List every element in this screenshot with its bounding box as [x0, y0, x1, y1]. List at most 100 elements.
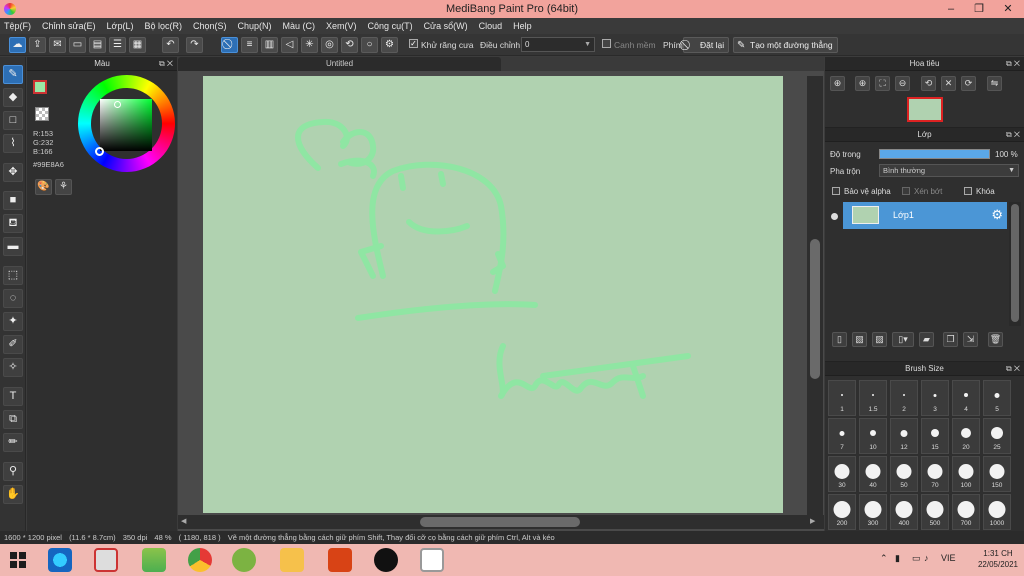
magic-wand-tool-icon[interactable]: ✦ — [3, 312, 23, 331]
volume-icon[interactable]: ♪ — [924, 553, 929, 563]
hue-picker-handle[interactable] — [95, 147, 104, 156]
panel-close-icon[interactable]: ⧉ ✕ — [1006, 362, 1020, 376]
brush-size-option[interactable]: 1000 — [983, 494, 1011, 530]
blend-mode-select[interactable]: Bình thường ▼ — [879, 164, 1019, 177]
vertical-scrollbar[interactable] — [807, 76, 823, 517]
hand-tool-icon[interactable]: ✋ — [3, 485, 23, 504]
zoom-fit-icon[interactable]: ⊕ — [830, 76, 845, 91]
undo-icon[interactable]: ↶ — [162, 37, 179, 53]
minimize-button[interactable]: – — [937, 1, 965, 17]
eyedropper-tool-icon[interactable]: ⚲ — [3, 462, 23, 481]
medibang-taskbar-icon[interactable] — [420, 548, 444, 572]
eraser-tool-icon[interactable]: ◆ — [3, 88, 23, 107]
protect-alpha-checkbox[interactable] — [832, 187, 840, 195]
brush-size-option[interactable]: 25 — [983, 418, 1011, 454]
brush-size-option[interactable]: 10 — [859, 418, 887, 454]
app-grid-icon[interactable] — [94, 548, 118, 572]
menu-view[interactable]: Xem(V) — [326, 21, 357, 31]
divide-tool-icon[interactable]: ⧉ — [3, 410, 23, 429]
brush-size-option[interactable]: 4 — [952, 380, 980, 416]
brush-size-option[interactable]: 5 — [983, 380, 1011, 416]
close-button[interactable]: ✕ — [994, 1, 1022, 17]
vertical-scroll-thumb[interactable] — [810, 239, 820, 379]
maximize-button[interactable]: ❐ — [965, 1, 993, 17]
taskbar-clock[interactable]: 1:31 CH 22/05/2021 — [978, 548, 1018, 570]
comment-icon[interactable]: ✉ — [49, 37, 66, 53]
select-eraser-tool-icon[interactable]: ✧ — [3, 358, 23, 377]
brush-size-option[interactable]: 150 — [983, 456, 1011, 492]
cloud-icon[interactable]: ☁ — [9, 37, 26, 53]
layer-visibility-icon[interactable] — [831, 213, 838, 220]
brush-size-option[interactable]: 100 — [952, 456, 980, 492]
new-halftone-layer-icon[interactable]: ▧ — [852, 332, 867, 347]
clip-checkbox[interactable] — [902, 187, 910, 195]
file-explorer-icon[interactable] — [280, 548, 304, 572]
brush-size-option[interactable]: 40 — [859, 456, 887, 492]
rotate-reset-icon[interactable]: ✕ — [941, 76, 956, 91]
menu-select[interactable]: Chọn(S) — [193, 21, 227, 31]
brush-size-option[interactable]: 700 — [952, 494, 980, 530]
zoom-actual-icon[interactable]: ⛶ — [875, 76, 890, 91]
brush-size-option[interactable]: 1.5 — [859, 380, 887, 416]
add-layer-menu-icon[interactable]: ▯▾ — [892, 332, 914, 347]
foreground-color-swatch[interactable] — [33, 80, 47, 94]
brush-size-option[interactable]: 1 — [828, 380, 856, 416]
snap-ellipse-icon[interactable]: ○ — [361, 37, 378, 53]
brush-size-option[interactable]: 70 — [921, 456, 949, 492]
horizontal-scrollbar[interactable]: ◀ ▶ — [178, 515, 824, 529]
menu-color[interactable]: Màu (C) — [283, 21, 316, 31]
text-tool-icon[interactable]: T — [3, 387, 23, 406]
rectangle-tool-icon[interactable]: □ — [3, 111, 23, 130]
brush-size-option[interactable]: 2 — [890, 380, 918, 416]
menu-capture[interactable]: Chụp(N) — [238, 21, 272, 31]
menu-edit[interactable]: Chỉnh sửa(E) — [42, 21, 96, 31]
straight-line-button[interactable]: ✎ Tạo một đường thẳng — [733, 37, 838, 53]
adjust-input[interactable]: 0 ▼ — [521, 37, 595, 52]
opacity-slider[interactable] — [879, 149, 990, 159]
lasso-tool-icon[interactable]: ◌ — [3, 289, 23, 308]
select-rect-tool-icon[interactable]: ⬚ — [3, 266, 23, 285]
reset-button[interactable]: ⃠Đặt lại — [683, 37, 730, 53]
brush-size-option[interactable]: 500 — [921, 494, 949, 530]
brush-size-option[interactable]: 300 — [859, 494, 887, 530]
chat-icon[interactable]: ▭ — [69, 37, 86, 53]
brush-size-option[interactable]: 50 — [890, 456, 918, 492]
menu-filter[interactable]: Bộ lọc(R) — [144, 21, 182, 31]
color-wheel[interactable] — [78, 75, 175, 172]
windows-start-icon[interactable] — [10, 552, 26, 568]
snap-circle-icon[interactable]: ◎ — [321, 37, 338, 53]
new-layer-icon[interactable]: ▯ — [832, 332, 847, 347]
snap-curve-icon[interactable]: ⟲ — [341, 37, 358, 53]
move-tool-icon[interactable]: ✥ — [3, 163, 23, 182]
snap-edge-checkbox[interactable] — [602, 39, 611, 48]
document-tab[interactable]: Untitled — [178, 57, 501, 71]
merge-layer-icon[interactable]: ⇲ — [963, 332, 978, 347]
brush-size-option[interactable]: 12 — [890, 418, 918, 454]
panel-close-icon[interactable]: ⧉ ✕ — [159, 57, 173, 71]
menu-file[interactable]: Tệp(F) — [4, 21, 31, 31]
sv-picker-handle[interactable] — [114, 101, 121, 108]
select-pen-tool-icon[interactable]: ✐ — [3, 335, 23, 354]
rotate-left-icon[interactable]: ⟲ — [921, 76, 936, 91]
list-icon[interactable]: ☰ — [109, 37, 126, 53]
palette-icon[interactable]: 🎨 — [35, 179, 52, 195]
brush-size-option[interactable]: 20 — [952, 418, 980, 454]
snap-settings-icon[interactable]: ⚙ — [381, 37, 398, 53]
zoom-out-icon[interactable]: ⊖ — [895, 76, 910, 91]
lock-checkbox[interactable] — [964, 187, 972, 195]
scroll-right-icon[interactable]: ▶ — [810, 517, 815, 525]
brush-size-option[interactable]: 15 — [921, 418, 949, 454]
saturation-value-square[interactable] — [100, 99, 152, 151]
grid-icon[interactable]: ▦ — [129, 37, 146, 53]
drawing-canvas[interactable] — [203, 76, 783, 513]
brush-size-option[interactable]: 200 — [828, 494, 856, 530]
flip-icon[interactable]: ⇋ — [987, 76, 1002, 91]
snap-off-icon[interactable]: ⃠ — [221, 37, 238, 53]
menu-help[interactable]: Help — [513, 21, 532, 31]
brush-size-option[interactable]: 3 — [921, 380, 949, 416]
fill-rect-tool-icon[interactable]: ■ — [3, 191, 23, 210]
brush-tool-icon[interactable]: ✎ — [3, 65, 23, 84]
tray-chevron-icon[interactable]: ⌃ — [880, 553, 888, 564]
language-indicator[interactable]: VIE — [941, 553, 956, 563]
bluestacks-icon[interactable] — [142, 548, 166, 572]
